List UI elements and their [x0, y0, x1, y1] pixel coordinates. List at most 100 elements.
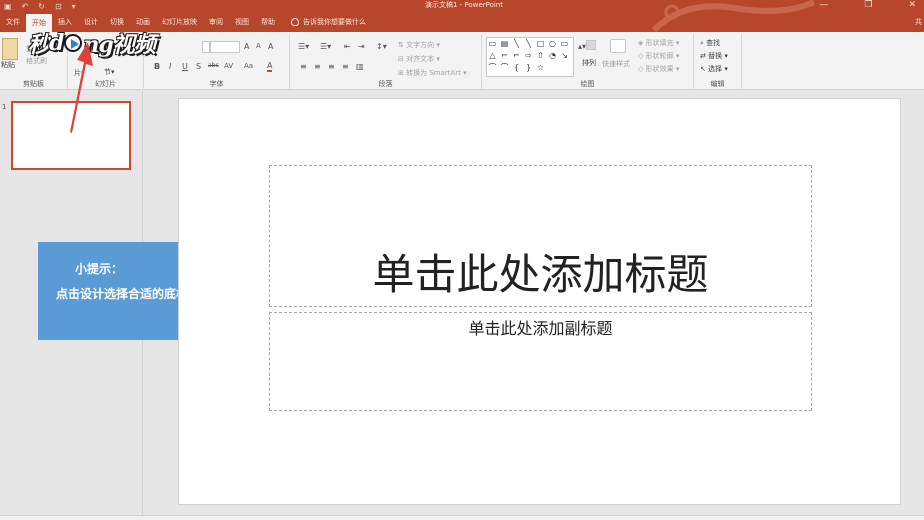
shape-option[interactable]: △ [488, 51, 497, 60]
decrease-indent-icon[interactable]: ⇤ [344, 42, 351, 51]
window-controls: — ❐ ✕ [819, 0, 916, 10]
slide-number: 1 [2, 103, 7, 111]
numbering-icon[interactable]: ☰▾ [320, 42, 331, 51]
align-right-icon[interactable]: ≡ [328, 62, 335, 71]
paragraph-group: ☰▾ ☰▾ ⇤ ⇥ ↕▾ ≡ ≡ ≡ ≡ ▥ ⇅ 文字方向 ▾ ⊟ 对齐文本 ▾… [290, 34, 482, 90]
increase-indent-icon[interactable]: ⇥ [358, 42, 365, 51]
quick-styles-icon [610, 39, 626, 53]
paste-button[interactable]: 粘贴 [1, 60, 15, 70]
shape-option[interactable]: ╲ [512, 39, 521, 48]
shape-option[interactable]: ↘ [560, 51, 569, 60]
paragraph-label: 段落 [378, 80, 393, 88]
start-slideshow-icon[interactable]: ⊡ [55, 2, 62, 11]
align-text-button[interactable]: ⊟ 对齐文本 ▾ [398, 54, 440, 64]
replace-button[interactable]: ⇄ 替换 ▾ [700, 51, 728, 61]
shadow-button[interactable]: S [196, 62, 201, 71]
bold-button[interactable]: B [154, 62, 160, 71]
tell-me-search[interactable]: 告诉我你想要做什么 [281, 12, 366, 32]
line-spacing-icon[interactable]: ↕▾ [376, 42, 387, 51]
arrange-button[interactable]: 排列 [582, 58, 596, 68]
tip-title: 小提示： [75, 262, 124, 276]
text-direction-button[interactable]: ⇅ 文字方向 ▾ [398, 40, 440, 50]
title-placeholder-text: 单击此处添加标题 [372, 250, 709, 299]
change-case-button[interactable]: Aa [244, 62, 253, 70]
quick-access-toolbar: ▣ ↶ ↻ ⊡ ▾ [4, 0, 76, 12]
text-direction-label: 文字方向 [406, 41, 435, 49]
editing-group: ⌕ 查找 ⇄ 替换 ▾ ↖ 选择 ▾ 编辑 [694, 34, 742, 90]
shape-option[interactable]: ◔ [548, 51, 557, 60]
align-center-icon[interactable]: ≡ [314, 62, 321, 71]
section-label: 节 [104, 68, 111, 76]
align-text-label: 对齐文本 [406, 55, 435, 63]
shrink-font-icon[interactable]: A [256, 42, 261, 50]
editing-label: 编辑 [710, 80, 725, 88]
share-button[interactable]: 共 [915, 17, 922, 27]
tab-file[interactable]: 文件 [0, 12, 26, 32]
find-label: 查找 [706, 39, 721, 47]
columns-icon[interactable]: ▥ [356, 62, 364, 71]
tab-help[interactable]: 帮助 [255, 12, 281, 32]
shape-effects-button[interactable]: ◇ 形状效果 ▾ [638, 64, 679, 74]
shape-option[interactable]: ⌐ [512, 51, 521, 60]
smartart-button[interactable]: ⊞ 转换为 SmartArt ▾ [398, 68, 467, 78]
tip-body: 点击设计选择合适的底板 [56, 287, 189, 301]
customize-qat-icon[interactable]: ▾ [72, 2, 76, 11]
shape-option[interactable]: ▭ [488, 39, 497, 48]
font-name-dropdown[interactable] [202, 41, 210, 53]
paste-icon[interactable] [2, 38, 18, 60]
shape-option[interactable]: ☆ [536, 63, 545, 72]
replace-label: 替换 [708, 52, 723, 60]
font-label: 字体 [209, 80, 224, 88]
font-color-button[interactable]: A [267, 61, 273, 72]
italic-button[interactable]: I [169, 62, 171, 71]
shape-outline-button[interactable]: ◇ 形状轮廓 ▾ [638, 51, 679, 61]
char-spacing-button[interactable]: AV [224, 62, 233, 70]
section-button[interactable]: 节▾ [104, 67, 115, 77]
clear-format-icon[interactable]: A [268, 42, 273, 51]
select-button[interactable]: ↖ 选择 ▾ [700, 64, 728, 74]
close-button[interactable]: ✕ [908, 0, 916, 10]
clipboard-label: 剪贴板 [23, 80, 44, 88]
underline-button[interactable]: U [182, 62, 188, 71]
select-label: 选择 [708, 65, 723, 73]
align-left-icon[interactable]: ≡ [300, 62, 307, 71]
strikethrough-button[interactable]: abc [208, 62, 219, 69]
shape-option[interactable]: □ [536, 39, 545, 48]
save-icon[interactable]: ▣ [4, 2, 12, 11]
quick-styles-button[interactable]: 快速样式 [602, 59, 630, 69]
shape-effects-label: 形状效果 [645, 65, 674, 73]
tab-slideshow[interactable]: 幻灯片放映 [156, 12, 203, 32]
shape-option[interactable]: ▭ [560, 39, 569, 48]
justify-icon[interactable]: ≡ [342, 62, 349, 71]
document-title: 演示文稿1 - PowerPoint [425, 1, 503, 9]
find-button[interactable]: ⌕ 查找 [700, 38, 720, 48]
font-size-dropdown[interactable] [210, 41, 240, 53]
shape-option[interactable]: { [512, 63, 521, 72]
shape-option[interactable]: ▤ [500, 39, 509, 48]
arrange-icon [586, 40, 596, 50]
shape-option[interactable]: } [524, 63, 533, 72]
shape-option[interactable]: ⇨ [524, 51, 533, 60]
lightbulb-icon [291, 18, 299, 26]
logo-text-1: 秒 [28, 32, 50, 58]
gallery-more-icon[interactable]: ▴▾ [578, 42, 586, 51]
undo-icon[interactable]: ↶ [22, 2, 29, 11]
tab-view[interactable]: 视图 [229, 12, 255, 32]
grow-font-icon[interactable]: A [244, 42, 249, 51]
shape-option[interactable]: ╲ [524, 39, 533, 48]
shape-option[interactable]: ○ [548, 39, 557, 48]
subtitle-placeholder[interactable]: 单击此处添加副标题 [269, 312, 812, 411]
tell-me-label: 告诉我你想要做什么 [303, 18, 366, 26]
shape-option[interactable]: ⌒ [500, 63, 509, 72]
shape-fill-button[interactable]: ◈ 形状填充 ▾ [638, 38, 679, 48]
bullets-icon[interactable]: ☰▾ [298, 42, 309, 51]
maximize-button[interactable]: ❐ [864, 0, 872, 10]
title-placeholder[interactable]: 单击此处添加标题 [269, 165, 812, 307]
redo-icon[interactable]: ↻ [38, 2, 45, 11]
slide-canvas[interactable]: 单击此处添加标题 单击此处添加副标题 [178, 98, 901, 505]
drawing-group: ▴▾ 排列 快速样式 ◈ 形状填充 ▾ ◇ 形状轮廓 ▾ ◇ 形状效果 ▾ 绘图… [482, 34, 694, 90]
shape-option[interactable]: ⌐ [500, 51, 509, 60]
shape-option[interactable]: ⇧ [536, 51, 545, 60]
tab-review[interactable]: 审阅 [203, 12, 229, 32]
shape-option[interactable]: ⌒ [488, 63, 497, 72]
